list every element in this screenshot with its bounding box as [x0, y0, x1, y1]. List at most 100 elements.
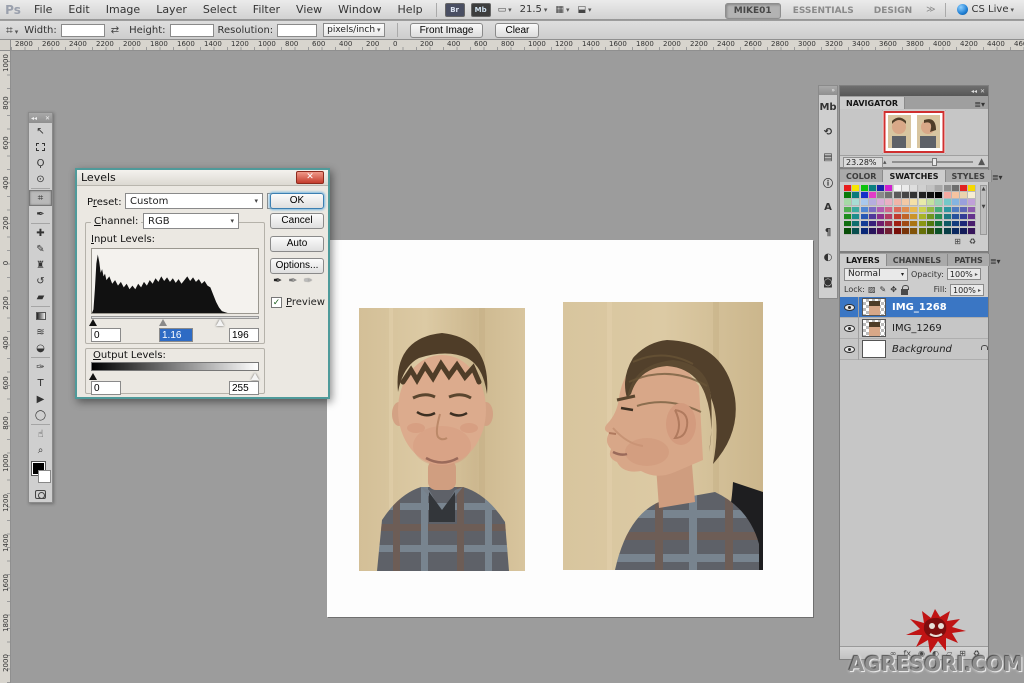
paragraph-icon[interactable]: ¶ — [819, 220, 837, 245]
color-swatch[interactable] — [944, 199, 952, 206]
history-brush-tool[interactable]: ↺ — [29, 273, 52, 289]
color-swatch[interactable] — [960, 214, 968, 221]
color-swatch[interactable] — [935, 214, 943, 221]
color-swatch[interactable] — [902, 221, 910, 228]
color-swatch[interactable] — [935, 199, 943, 206]
color-swatch[interactable] — [861, 228, 869, 235]
color-swatch[interactable] — [968, 207, 976, 214]
color-swatch[interactable] — [968, 185, 976, 192]
menu-window[interactable]: Window — [330, 3, 389, 16]
output-black-slider[interactable] — [89, 373, 97, 380]
color-swatch[interactable] — [894, 192, 902, 199]
arrange-documents-icon[interactable]: ▦▾ — [555, 5, 569, 15]
output-black-field[interactable] — [91, 381, 121, 395]
lock-position-icon[interactable]: ✥ — [890, 285, 897, 294]
clear-button[interactable]: Clear — [495, 23, 539, 38]
expand-panels-icon[interactable]: » — [819, 86, 837, 95]
color-swatch[interactable] — [869, 185, 877, 192]
navigator-zoom-field[interactable]: 23.28% — [843, 157, 883, 168]
clone-stamp-tool[interactable]: ♜ — [29, 257, 52, 273]
color-swatch[interactable] — [919, 207, 927, 214]
layer-row-img_1269[interactable]: IMG_1269 — [840, 318, 988, 339]
navigator-preview[interactable] — [840, 109, 988, 155]
color-swatch[interactable] — [861, 192, 869, 199]
tools-panel-header[interactable]: ◂◂✕ — [29, 113, 52, 123]
color-swatch[interactable] — [952, 214, 960, 221]
workspace-essentials[interactable]: ESSENTIALS — [785, 4, 862, 18]
front-image-button[interactable]: Front Image — [410, 23, 484, 38]
color-swatch[interactable] — [952, 207, 960, 214]
color-swatch[interactable] — [952, 199, 960, 206]
pen-tool[interactable]: ✑ — [29, 359, 52, 375]
lock-all-icon[interactable] — [901, 289, 908, 295]
delete-swatch-icon[interactable]: ♻ — [969, 237, 976, 249]
color-swatch[interactable] — [852, 185, 860, 192]
adjustments-icon[interactable]: ◐ — [819, 245, 837, 270]
color-swatch[interactable] — [902, 228, 910, 235]
color-swatch[interactable] — [885, 192, 893, 199]
color-swatch[interactable] — [877, 185, 885, 192]
info-icon[interactable]: ⓘ — [819, 170, 837, 195]
color-swatch[interactable] — [927, 214, 935, 221]
panel-group-header[interactable]: ◂◂✕ — [840, 86, 988, 96]
panel-menu-icon[interactable]: ≣▾ — [990, 257, 1004, 266]
mini-bridge-icon[interactable]: Mb — [819, 95, 837, 120]
color-swatch[interactable] — [952, 228, 960, 235]
color-swatch[interactable] — [877, 221, 885, 228]
color-swatch[interactable] — [902, 214, 910, 221]
color-swatch[interactable] — [902, 199, 910, 206]
navigator-zoom-slider[interactable] — [892, 161, 974, 163]
color-swatch[interactable] — [894, 214, 902, 221]
visibility-toggle[interactable] — [840, 318, 859, 339]
menu-filter[interactable]: Filter — [245, 3, 288, 16]
ok-button[interactable]: OK — [270, 193, 324, 209]
color-swatch[interactable] — [910, 228, 918, 235]
screen-mode-icon[interactable]: ⬓▾ — [577, 5, 591, 15]
color-swatch[interactable] — [894, 207, 902, 214]
workspace-mike01[interactable]: MIKE01 — [725, 3, 781, 19]
menu-image[interactable]: Image — [98, 3, 148, 16]
color-swatch[interactable] — [968, 192, 976, 199]
color-swatch[interactable] — [919, 199, 927, 206]
color-swatch[interactable] — [944, 192, 952, 199]
tab-swatches[interactable]: SWATCHES — [883, 170, 945, 182]
close-button[interactable]: ✕ — [296, 171, 324, 184]
panel-menu-icon[interactable]: ≣▾ — [992, 173, 1006, 182]
color-swatch[interactable] — [852, 207, 860, 214]
history-icon[interactable]: ⟲ — [819, 120, 837, 145]
layer-thumbnail[interactable] — [862, 340, 886, 358]
levels-dialog-titlebar[interactable]: Levels ✕ — [77, 170, 328, 186]
color-swatch[interactable] — [919, 192, 927, 199]
color-swatch[interactable] — [844, 199, 852, 206]
cs-live-button[interactable]: CS Live ▾ — [957, 4, 1014, 15]
color-swatch[interactable] — [844, 207, 852, 214]
tab-color[interactable]: COLOR — [840, 170, 883, 182]
input-white-field[interactable] — [229, 328, 259, 342]
color-swatch[interactable] — [861, 221, 869, 228]
color-swatch[interactable] — [944, 228, 952, 235]
color-swatch[interactable] — [894, 199, 902, 206]
color-swatch[interactable] — [902, 185, 910, 192]
color-swatch[interactable] — [910, 192, 918, 199]
crop-tool-preset-icon[interactable]: ⌗▾ — [6, 23, 18, 38]
zoom-level-dropdown[interactable]: 21.5▾ — [520, 4, 548, 15]
layer-row-img_1268[interactable]: IMG_1268 — [840, 297, 988, 318]
preset-select[interactable]: Custom▾ — [125, 193, 263, 209]
options-button[interactable]: Options... — [270, 258, 324, 274]
input-gamma-field[interactable] — [159, 328, 193, 342]
color-swatch[interactable] — [944, 185, 952, 192]
panel-menu-icon[interactable]: ≣▾ — [974, 100, 988, 109]
color-swatch[interactable] — [960, 221, 968, 228]
color-swatch[interactable] — [944, 214, 952, 221]
tab-navigator[interactable]: NAVIGATOR — [840, 97, 905, 109]
layer-thumbnail[interactable] — [862, 319, 886, 337]
image-icon[interactable]: ▤ — [819, 145, 837, 170]
color-swatch[interactable] — [894, 228, 902, 235]
color-swatch[interactable] — [885, 221, 893, 228]
slider-thumb[interactable] — [932, 158, 937, 166]
lasso-tool[interactable]: Ϙ — [29, 155, 52, 171]
color-swatch[interactable] — [968, 214, 976, 221]
color-swatch[interactable] — [844, 221, 852, 228]
color-swatch[interactable] — [952, 221, 960, 228]
healing-brush-tool[interactable]: ✚ — [29, 225, 52, 241]
